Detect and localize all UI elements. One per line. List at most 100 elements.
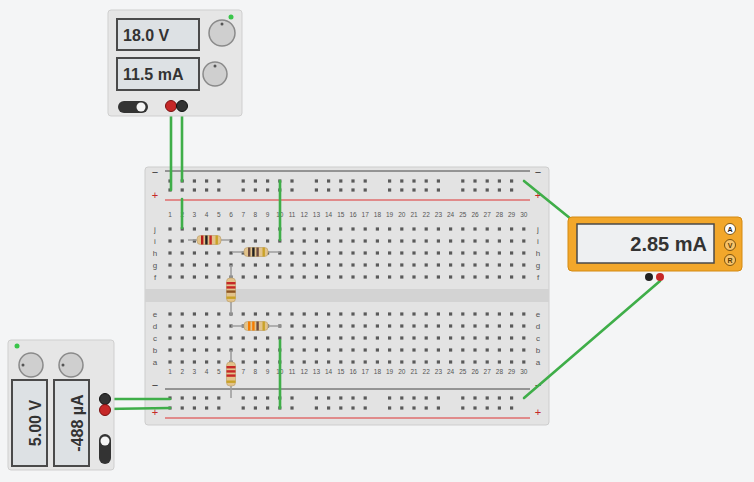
hole[interactable] <box>498 275 501 278</box>
hole[interactable] <box>473 360 476 363</box>
hole[interactable] <box>449 251 452 254</box>
rail-hole[interactable] <box>351 396 354 399</box>
wire[interactable] <box>105 408 170 409</box>
hole[interactable] <box>254 263 257 266</box>
hole[interactable] <box>290 275 293 278</box>
hole[interactable] <box>242 336 245 339</box>
hole[interactable] <box>205 360 208 363</box>
rail-hole[interactable] <box>400 179 403 182</box>
hole[interactable] <box>461 251 464 254</box>
hole[interactable] <box>486 251 489 254</box>
hole[interactable] <box>486 275 489 278</box>
hole[interactable] <box>168 312 171 315</box>
rail-hole[interactable] <box>327 406 330 409</box>
rail-hole[interactable] <box>290 188 293 191</box>
hole[interactable] <box>388 263 391 266</box>
rail-hole[interactable] <box>327 179 330 182</box>
rail-hole[interactable] <box>400 396 403 399</box>
hole[interactable] <box>473 251 476 254</box>
hole[interactable] <box>449 263 452 266</box>
hole[interactable] <box>327 360 330 363</box>
hole[interactable] <box>364 239 367 242</box>
hole[interactable] <box>425 312 428 315</box>
rail-hole[interactable] <box>351 188 354 191</box>
hole[interactable] <box>449 324 452 327</box>
hole[interactable] <box>364 275 367 278</box>
rail-hole[interactable] <box>351 406 354 409</box>
rail-hole[interactable] <box>242 406 245 409</box>
hole[interactable] <box>510 227 513 230</box>
hole[interactable] <box>290 324 293 327</box>
hole[interactable] <box>327 263 330 266</box>
hole[interactable] <box>205 312 208 315</box>
hole[interactable] <box>376 324 379 327</box>
hole[interactable] <box>327 312 330 315</box>
hole[interactable] <box>412 348 415 351</box>
hole[interactable] <box>522 336 525 339</box>
hole[interactable] <box>181 251 184 254</box>
hole[interactable] <box>254 360 257 363</box>
hole[interactable] <box>315 263 318 266</box>
hole[interactable] <box>242 348 245 351</box>
hole[interactable] <box>486 263 489 266</box>
hole[interactable] <box>181 263 184 266</box>
rail-hole[interactable] <box>461 188 464 191</box>
mode-button[interactable]: A <box>725 224 736 235</box>
hole[interactable] <box>266 263 269 266</box>
hole[interactable] <box>168 360 171 363</box>
hole[interactable] <box>351 251 354 254</box>
hole[interactable] <box>522 275 525 278</box>
hole[interactable] <box>193 336 196 339</box>
hole[interactable] <box>412 360 415 363</box>
hole[interactable] <box>510 275 513 278</box>
hole[interactable] <box>339 251 342 254</box>
rail-hole[interactable] <box>425 406 428 409</box>
rail-hole[interactable] <box>205 188 208 191</box>
rail-hole[interactable] <box>425 179 428 182</box>
rail-hole[interactable] <box>364 188 367 191</box>
rail-hole[interactable] <box>510 188 513 191</box>
hole[interactable] <box>351 324 354 327</box>
rail-hole[interactable] <box>181 396 184 399</box>
hole[interactable] <box>437 348 440 351</box>
hole[interactable] <box>205 263 208 266</box>
rail-hole[interactable] <box>181 406 184 409</box>
current-knob[interactable] <box>203 62 227 86</box>
rail-hole[interactable] <box>388 188 391 191</box>
hole[interactable] <box>388 251 391 254</box>
rail-hole[interactable] <box>473 188 476 191</box>
hole[interactable] <box>351 336 354 339</box>
rail-hole[interactable] <box>425 396 428 399</box>
hole[interactable] <box>400 251 403 254</box>
rail-hole[interactable] <box>388 396 391 399</box>
hole[interactable] <box>510 251 513 254</box>
hole[interactable] <box>315 312 318 315</box>
rail-hole[interactable] <box>461 179 464 182</box>
hole[interactable] <box>425 239 428 242</box>
hole[interactable] <box>498 348 501 351</box>
hole[interactable] <box>400 239 403 242</box>
hole[interactable] <box>339 348 342 351</box>
hole[interactable] <box>168 324 171 327</box>
hole[interactable] <box>193 324 196 327</box>
hole[interactable] <box>266 239 269 242</box>
hole[interactable] <box>217 324 220 327</box>
wire[interactable] <box>279 340 282 408</box>
wire[interactable] <box>181 199 184 228</box>
hole[interactable] <box>376 360 379 363</box>
hole[interactable] <box>278 312 281 315</box>
hole[interactable] <box>339 227 342 230</box>
hole[interactable] <box>168 239 171 242</box>
hole[interactable] <box>461 360 464 363</box>
rail-hole[interactable] <box>315 406 318 409</box>
resistor[interactable] <box>227 265 236 315</box>
hole[interactable] <box>290 312 293 315</box>
hole[interactable] <box>425 360 428 363</box>
hole[interactable] <box>388 275 391 278</box>
hole[interactable] <box>437 360 440 363</box>
rail-hole[interactable] <box>193 396 196 399</box>
rail-hole[interactable] <box>205 179 208 182</box>
hole[interactable] <box>412 324 415 327</box>
hole[interactable] <box>486 336 489 339</box>
hole[interactable] <box>168 348 171 351</box>
